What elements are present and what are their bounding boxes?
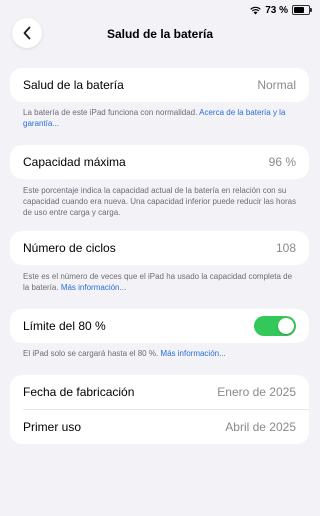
max-capacity-card: Capacidad máxima 96 % xyxy=(10,145,309,179)
limit-more-info-link[interactable]: Más información... xyxy=(160,349,225,358)
cycle-count-value: 108 xyxy=(275,241,296,255)
battery-health-label: Salud de la batería xyxy=(23,78,124,92)
manufacture-date-value: Enero de 2025 xyxy=(217,385,296,399)
first-use-row: Primer uso Abril de 2025 xyxy=(10,410,309,444)
cycle-count-note: Este es el número de veces que el iPad h… xyxy=(23,272,293,292)
battery-icon xyxy=(292,5,312,15)
charge-limit-card: Límite del 80 % xyxy=(10,309,309,343)
cycle-count-card: Número de ciclos 108 xyxy=(10,231,309,265)
max-capacity-note: Este porcentaje indica la capacidad actu… xyxy=(23,186,297,217)
status-bar: 73 % xyxy=(250,3,312,17)
manufacture-date-label: Fecha de fabricación xyxy=(23,385,135,399)
battery-health-card: Salud de la batería Normal xyxy=(10,68,309,102)
wifi-icon xyxy=(250,6,261,14)
max-capacity-row: Capacidad máxima 96 % xyxy=(10,145,309,179)
battery-health-note: La batería de este iPad funciona con nor… xyxy=(23,108,286,128)
charge-limit-note: El iPad solo se cargará hasta el 80 %. M… xyxy=(23,349,226,358)
charge-limit-toggle[interactable] xyxy=(254,316,296,336)
dates-card: Fecha de fabricación Enero de 2025 Prime… xyxy=(10,375,309,444)
navigation-bar: Salud de la batería xyxy=(0,18,320,54)
max-capacity-value: 96 % xyxy=(268,155,296,169)
battery-health-value: Normal xyxy=(257,78,296,92)
charge-limit-row: Límite del 80 % xyxy=(10,309,309,343)
battery-health-row: Salud de la batería Normal xyxy=(10,68,309,102)
battery-percent: 73 % xyxy=(265,4,288,16)
cycle-count-row: Número de ciclos 108 xyxy=(10,231,309,265)
cycle-count-label: Número de ciclos xyxy=(23,241,116,255)
manufacture-date-row: Fecha de fabricación Enero de 2025 xyxy=(10,375,309,409)
first-use-label: Primer uso xyxy=(23,420,82,434)
first-use-value: Abril de 2025 xyxy=(225,420,296,434)
charge-limit-label: Límite del 80 % xyxy=(23,319,106,333)
page-title: Salud de la batería xyxy=(106,27,214,41)
toggle-knob xyxy=(278,318,294,334)
cycle-more-info-link[interactable]: Más información... xyxy=(61,283,126,292)
max-capacity-label: Capacidad máxima xyxy=(23,155,126,169)
battery-fill xyxy=(294,7,304,13)
